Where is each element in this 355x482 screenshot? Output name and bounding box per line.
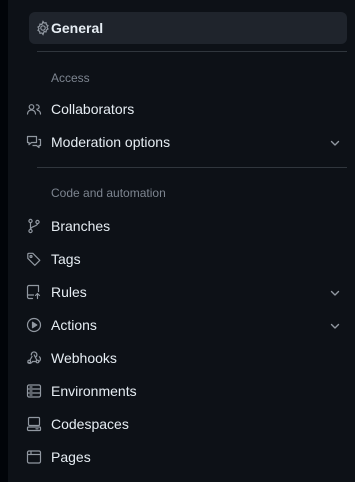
section-heading-code-and-automation: Code and automation (51, 186, 166, 200)
sidebar-item-branches[interactable]: Branches (25, 210, 347, 242)
sidebar-item-pages[interactable]: Pages (25, 441, 347, 473)
sidebar-item-tags[interactable]: Tags (25, 243, 347, 275)
codespaces-icon (26, 416, 42, 432)
sidebar-item-label: Moderation options (51, 134, 171, 150)
tag-icon (26, 251, 42, 267)
sidebar-item-collaborators[interactable]: Collaborators (25, 93, 347, 125)
git-branch-icon (26, 218, 42, 234)
sidebar-item-label: Pages (51, 449, 91, 465)
comment-discussion-icon (26, 134, 42, 150)
sidebar-item-environments[interactable]: Environments (25, 375, 347, 407)
sidebar-item-label: Collaborators (51, 101, 135, 117)
sidebar-item-webhooks[interactable]: Webhooks (25, 342, 347, 374)
sidebar-item-label: Codespaces (51, 416, 129, 432)
gear-icon (35, 20, 51, 36)
divider (37, 51, 347, 52)
sidebar-item-label: Branches (51, 218, 111, 234)
sidebar-item-rules[interactable]: Rules (25, 276, 347, 308)
webhook-icon (26, 350, 42, 366)
sidebar-item-moderation-options[interactable]: Moderation options (25, 126, 347, 158)
sidebar-item-label: Webhooks (51, 350, 117, 366)
chevron-down-icon[interactable] (329, 319, 341, 331)
sidebar-item-label: Tags (51, 251, 81, 267)
sidebar-item-label: Rules (51, 284, 87, 300)
people-icon (26, 101, 42, 117)
play-icon (26, 317, 42, 333)
chevron-down-icon[interactable] (329, 286, 341, 298)
repo-push-icon (26, 284, 42, 300)
server-icon (26, 383, 42, 399)
sidebar-item-label: Actions (51, 317, 97, 333)
divider (37, 167, 347, 168)
section-heading-access: Access (51, 71, 90, 85)
sidebar-item-label: Environments (51, 383, 137, 399)
sidebar-item-codespaces[interactable]: Codespaces (25, 408, 347, 440)
chevron-down-icon[interactable] (329, 136, 341, 148)
sidebar-item-general[interactable]: General (29, 12, 347, 44)
sidebar-item-label: General (51, 20, 104, 36)
browser-icon (26, 449, 42, 465)
sidebar-item-actions[interactable]: Actions (25, 309, 347, 341)
